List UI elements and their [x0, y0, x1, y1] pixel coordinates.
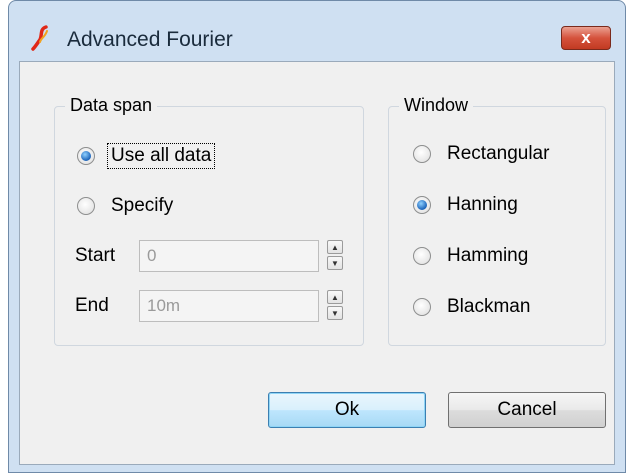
hamming-radio[interactable]: Hamming	[413, 245, 528, 267]
title-bar: Advanced Fourier x	[9, 1, 625, 55]
end-spinner[interactable]: ▲ ▼	[327, 290, 345, 322]
chevron-up-icon[interactable]: ▲	[327, 240, 343, 254]
cancel-button-label: Cancel	[497, 399, 557, 420]
close-icon: x	[581, 28, 591, 47]
ok-button[interactable]: Ok	[268, 392, 426, 428]
window-group-label: Window	[399, 95, 474, 116]
radio-button[interactable]	[413, 298, 431, 316]
app-logo-icon	[31, 25, 48, 51]
start-label: Start	[75, 245, 116, 266]
rectangular-label: Rectangular	[447, 143, 550, 164]
advanced-fourier-dialog: Advanced Fourier x Data span Use all dat…	[8, 0, 626, 473]
use-all-data-radio[interactable]: Use all data	[77, 143, 216, 169]
radio-button[interactable]	[413, 247, 431, 265]
hamming-label: Hamming	[447, 245, 529, 266]
chevron-down-icon[interactable]: ▼	[327, 256, 343, 270]
end-label: End	[75, 295, 109, 316]
radio-button[interactable]	[77, 197, 95, 215]
data-span-group: Data span Use all data Specify Start ▲ ▼…	[54, 95, 364, 346]
hanning-radio[interactable]: Hanning	[413, 194, 518, 216]
radio-selected-dot	[81, 151, 91, 161]
chevron-down-icon[interactable]: ▼	[327, 306, 343, 320]
close-button[interactable]: x	[561, 26, 611, 50]
chevron-up-icon[interactable]: ▲	[327, 290, 343, 304]
data-span-group-label: Data span	[65, 95, 158, 116]
specify-radio[interactable]: Specify	[77, 195, 173, 217]
window-title: Advanced Fourier	[67, 28, 233, 51]
blackman-radio[interactable]: Blackman	[413, 296, 530, 318]
blackman-label: Blackman	[447, 296, 531, 317]
dialog-body: Data span Use all data Specify Start ▲ ▼…	[19, 61, 615, 465]
radio-button[interactable]	[77, 147, 95, 165]
cancel-button[interactable]: Cancel	[448, 392, 606, 428]
radio-selected-dot	[417, 200, 427, 210]
rectangular-radio[interactable]: Rectangular	[413, 143, 549, 165]
start-input[interactable]	[139, 240, 319, 272]
specify-label: Specify	[111, 195, 174, 216]
hanning-label: Hanning	[447, 194, 518, 215]
radio-button[interactable]	[413, 145, 431, 163]
ok-button-label: Ok	[334, 399, 360, 420]
start-spinner[interactable]: ▲ ▼	[327, 240, 345, 272]
use-all-data-label: Use all data	[107, 143, 216, 169]
window-group: Window Rectangular Hanning Hamming Black…	[388, 95, 606, 346]
end-input[interactable]	[139, 290, 319, 322]
radio-button[interactable]	[413, 196, 431, 214]
